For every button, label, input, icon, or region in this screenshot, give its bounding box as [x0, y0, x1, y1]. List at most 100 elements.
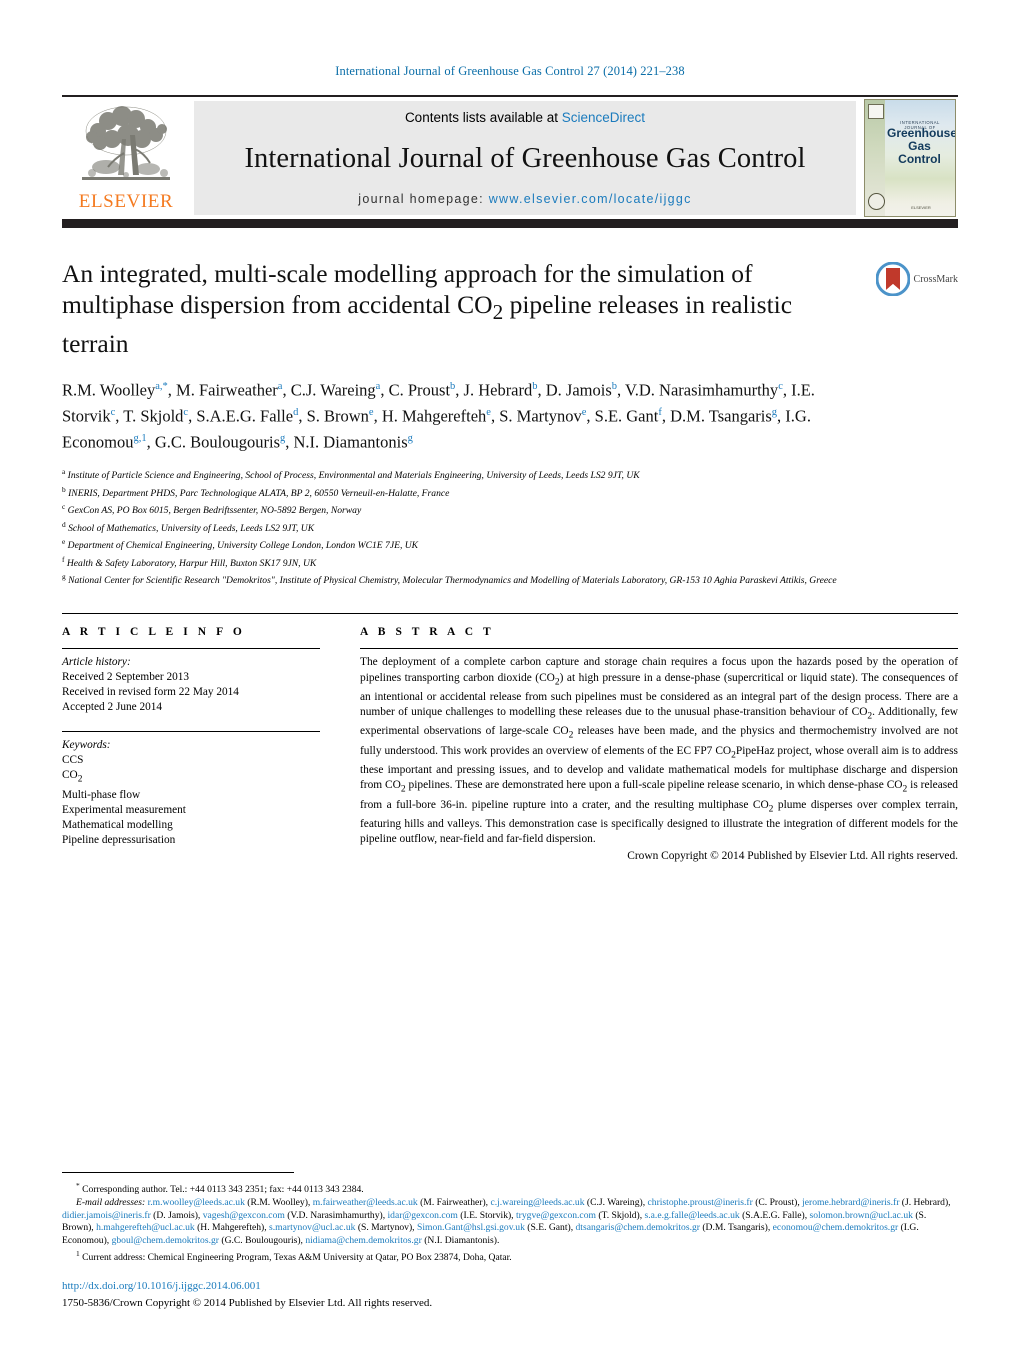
email-person: (D.M. Tsangaris), [699, 1222, 773, 1234]
author-name: D. Jamois [545, 380, 612, 400]
author-affiliation-mark: c [778, 381, 783, 393]
email-link[interactable]: vagesh@gexcon.com [203, 1210, 285, 1221]
cover-elsevier-mark-icon [868, 104, 884, 119]
page-title: An integrated, multi-scale modelling app… [62, 258, 820, 359]
affiliation-text: Department of Chemical Engineering, Univ… [65, 540, 419, 552]
email-link[interactable]: christophe.proust@ineris.fr [648, 1197, 753, 1208]
affiliation-item: b INERIS, Department PHDS, Parc Technolo… [62, 483, 958, 500]
author-name: D.M. Tsangaris [670, 406, 772, 426]
keyword-item: CCS [62, 754, 84, 767]
author-affiliation-mark: a [375, 381, 381, 393]
author-name: R.M. Woolley [62, 380, 156, 400]
author-affiliation-mark: b [532, 381, 538, 393]
homepage-label: journal homepage: [358, 192, 484, 206]
article-info-column: A R T I C L E I N F O Article history: R… [62, 626, 344, 864]
author-affiliation-mark: e [368, 407, 374, 419]
asterisk-mark: * [76, 1180, 80, 1190]
masthead-bottom-rule [62, 219, 958, 228]
affiliation-item: c GexCon AS, PO Box 6015, Bergen Bedrift… [62, 500, 958, 517]
current-address-text: Current address: Chemical Engineering Pr… [82, 1252, 512, 1264]
author-affiliation-mark: b [450, 381, 456, 393]
email-link[interactable]: c.j.wareing@leeds.ac.uk [490, 1197, 584, 1208]
info-abstract-section: A R T I C L E I N F O Article history: R… [62, 613, 958, 864]
affiliation-item: f Health & Safety Laboratory, Harpur Hil… [62, 553, 958, 570]
running-head: International Journal of Greenhouse Gas … [335, 64, 685, 78]
email-person: (N.I. Diamantonis). [421, 1235, 500, 1247]
author-affiliation-mark: c [183, 407, 189, 419]
cover-title: Greenhouse Gas Control [887, 127, 955, 166]
abstract-column: A B S T R A C T The deployment of a comp… [344, 626, 958, 864]
elsevier-wordmark: ELSEVIER [78, 191, 174, 212]
email-link[interactable]: didier.jamois@ineris.fr [62, 1210, 151, 1221]
doi-block: http://dx.doi.org/10.1016/j.ijggc.2014.0… [62, 1279, 432, 1311]
email-link[interactable]: jerome.hebrard@ineris.fr [802, 1197, 899, 1208]
crossmark-badge[interactable]: CrossMark [875, 262, 958, 296]
email-person: (R.M. Woolley), [244, 1196, 313, 1208]
email-link[interactable]: m.fairweather@leeds.ac.uk [313, 1197, 418, 1208]
email-link[interactable]: solomon.brown@ucl.ac.uk [810, 1210, 913, 1221]
article-history-item: Received in revised form 22 May 2014 [62, 686, 239, 699]
author-name: G.C. Boulougouris [154, 432, 281, 452]
email-link[interactable]: s.a.e.g.falle@leeds.ac.uk [645, 1210, 740, 1221]
email-link[interactable]: s.martynov@ucl.ac.uk [269, 1222, 355, 1233]
keyword-item: Experimental measurement [62, 803, 186, 816]
abstract-copyright: Crown Copyright © 2014 Published by Else… [627, 850, 958, 863]
abstract-heading: A B S T R A C T [360, 626, 495, 639]
email-person: (V.D. Narasimhamurthy), [284, 1209, 388, 1221]
affiliation-item: e Department of Chemical Engineering, Un… [62, 535, 958, 552]
corresponding-author-note: * Corresponding author. Tel.: +44 0113 3… [62, 1180, 958, 1197]
crossmark-label: CrossMark [913, 273, 958, 285]
footnote-rule [62, 1171, 294, 1173]
email-link[interactable]: r.m.woolley@leeds.ac.uk [148, 1197, 245, 1208]
email-person: (G.C. Boulougouris), [218, 1235, 306, 1247]
email-link[interactable]: dtsangaris@chem.demokritos.gr [576, 1222, 700, 1233]
keywords-rule [62, 731, 320, 733]
email-link[interactable]: economou@chem.demokritos.gr [773, 1222, 899, 1233]
keywords-lines: CCS CO2 Multi-phase flow Experimental measu… [62, 753, 320, 847]
article-info-rule [62, 648, 320, 650]
homepage-url-link[interactable]: www.elsevier.com/locate/ijggc [489, 192, 692, 206]
sciencedirect-link[interactable]: ScienceDirect [562, 110, 645, 125]
article-history-item: Accepted 2 June 2014 [62, 701, 163, 714]
author-list: R.M. Woolleya,*, M. Fairweathera, C.J. W… [62, 380, 815, 452]
affiliation-item: g National Center for Scientific Researc… [62, 570, 958, 587]
keyword-item: CO2 [62, 769, 83, 785]
author-name: T. Skjold [123, 406, 184, 426]
email-link[interactable]: nidiama@chem.demokritos.gr [305, 1235, 421, 1246]
crossmark-column: CrossMark [838, 258, 958, 359]
title-column: An integrated, multi-scale modelling app… [62, 258, 838, 359]
email-person: (S.E. Gant), [524, 1222, 576, 1234]
author-affiliation-mark: a [277, 381, 283, 393]
email-person: (S.A.E.G. Falle), [739, 1209, 810, 1221]
email-link[interactable]: Simon.Gant@hsl.gsi.gov.uk [417, 1222, 525, 1233]
email-link[interactable]: h.mahgerefteh@ucl.ac.uk [96, 1222, 195, 1233]
email-link[interactable]: gboul@chem.demokritos.gr [112, 1235, 219, 1246]
journal-homepage-line: journal homepage: www.elsevier.com/locat… [358, 192, 691, 206]
keywords-label: Keywords: [62, 739, 111, 752]
corresponding-author-text: Corresponding author. Tel.: +44 0113 343… [82, 1184, 364, 1196]
email-person: (I.E. Storvik), [457, 1209, 516, 1221]
cover-seal-icon [868, 193, 885, 210]
email-person: (D. Jamois), [150, 1209, 203, 1221]
current-address-mark: 1 [76, 1249, 80, 1259]
author-name: M. Fairweather [176, 380, 278, 400]
author-affiliation-mark: d [293, 407, 299, 419]
affiliation-item: a Institute of Particle Science and Engi… [62, 465, 958, 482]
abstract-rule [360, 648, 958, 650]
author-name: C.J. Wareing [290, 380, 376, 400]
author-name: H. Mahgerefteh [381, 406, 487, 426]
keyword-item: Pipeline depressurisation [62, 833, 176, 846]
elsevier-tree-icon [82, 106, 170, 180]
elsevier-logo: ELSEVIER [62, 97, 190, 219]
affiliation-item: d School of Mathematics, University of L… [62, 518, 958, 535]
title-subscript: 2 [492, 300, 504, 325]
email-link[interactable]: idar@gexcon.com [388, 1210, 458, 1221]
contents-available-line: Contents lists available at ScienceDirec… [405, 110, 645, 125]
author-affiliation-mark: g [407, 433, 413, 445]
keyword-item: Mathematical modelling [62, 818, 173, 831]
email-link[interactable]: trygve@gexcon.com [516, 1210, 596, 1221]
doi-link[interactable]: http://dx.doi.org/10.1016/j.ijggc.2014.0… [62, 1279, 432, 1293]
email-person: (J. Hebrard), [899, 1196, 951, 1208]
issn-copyright-line: 1750-5836/Crown Copyright © 2014 Publish… [62, 1297, 433, 1309]
author-name: V.D. Narasimhamurthy [624, 380, 779, 400]
